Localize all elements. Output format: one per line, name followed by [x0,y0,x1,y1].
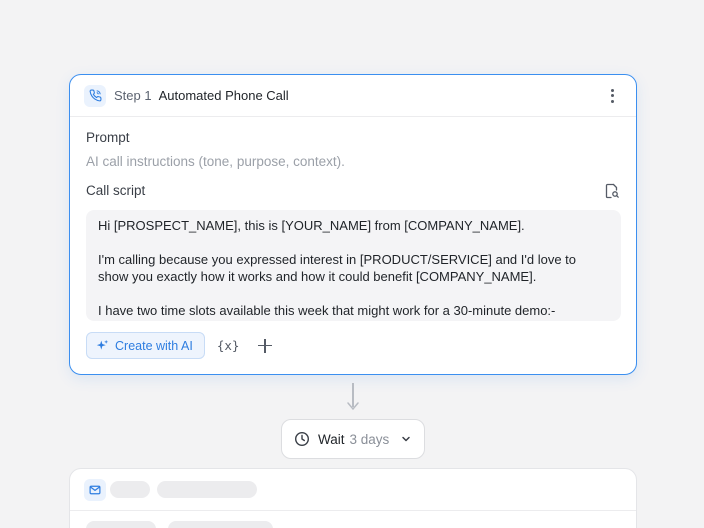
prompt-label: Prompt [86,130,130,145]
sparkle-icon [96,339,109,350]
wait-value: 3 days [349,431,390,447]
wait-label: Wait [318,431,345,447]
script-paragraph: I'm calling because you expressed intere… [98,252,576,284]
script-preview-icon[interactable] [604,183,620,199]
next-step-card[interactable] [69,468,637,528]
plus-icon[interactable] [257,338,273,354]
more-options-icon[interactable] [602,86,622,106]
create-with-ai-button[interactable]: Create with AI [86,332,205,359]
call-script-label: Call script [86,183,146,198]
step-header: Step 1 Automated Phone Call [70,75,636,117]
script-paragraph: I have two time slots available this wee… [98,303,556,321]
skeleton-placeholder [168,521,273,528]
mail-icon [84,478,106,501]
step-title: Automated Phone Call [158,88,289,103]
script-toolbar: Create with AI {x} [86,332,273,359]
step-card[interactable]: Step 1 Automated Phone Call Prompt AI ca… [69,74,637,375]
insert-variable-button[interactable]: {x} [217,338,240,353]
arrow-down-icon [347,402,359,411]
prompt-input[interactable]: AI call instructions (tone, purpose, con… [86,154,345,169]
skeleton-placeholder [110,481,150,498]
call-script-editor[interactable]: Hi [PROSPECT_NAME], this is [YOUR_NAME] … [86,210,621,321]
wait-dropdown[interactable]: Wait 3 days [281,419,425,459]
chevron-down-icon [402,436,410,442]
step-number: Step 1 [114,88,152,103]
skeleton-row [86,521,273,528]
phone-icon [84,84,106,107]
next-step-header [70,469,636,511]
script-paragraph: Hi [PROSPECT_NAME], this is [YOUR_NAME] … [98,218,525,233]
clock-icon [294,431,310,447]
skeleton-placeholder [157,481,257,498]
create-with-ai-label: Create with AI [115,338,193,353]
skeleton-placeholder [86,521,156,528]
